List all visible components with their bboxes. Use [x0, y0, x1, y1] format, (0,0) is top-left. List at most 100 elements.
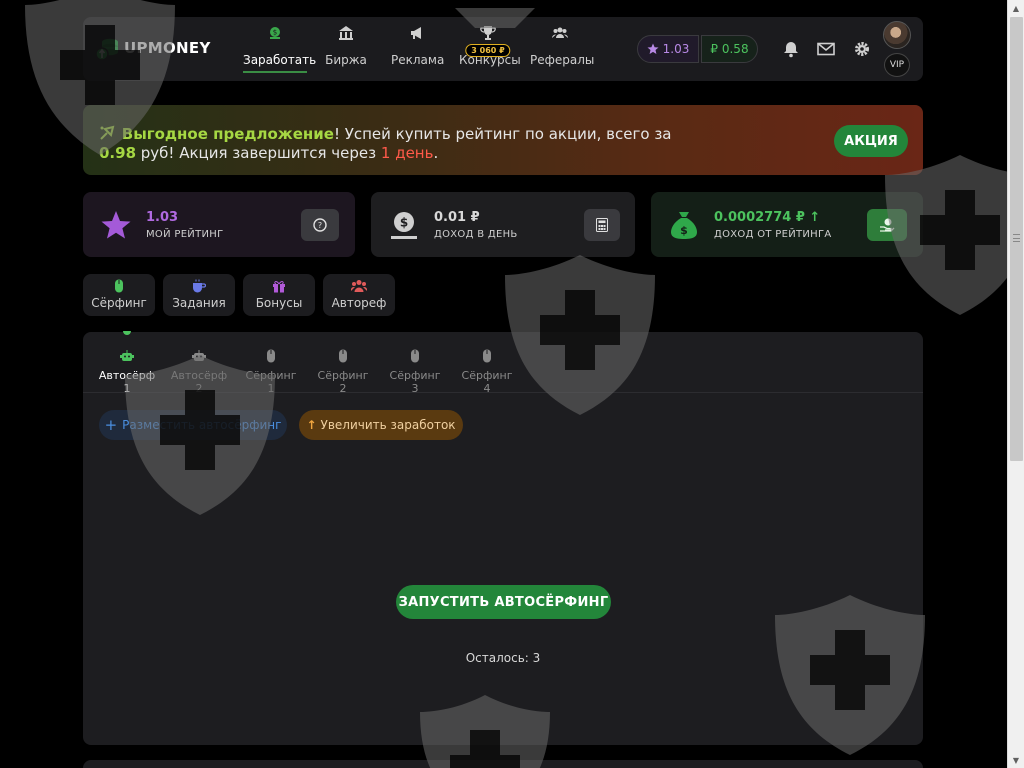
bell-icon[interactable]	[782, 40, 800, 58]
plus-icon: +	[104, 416, 118, 434]
tab-bonuses[interactable]: Бонусы	[243, 274, 315, 316]
envelope-icon[interactable]	[817, 40, 835, 58]
gift-icon	[273, 281, 285, 293]
nav-exchange[interactable]: Биржа	[322, 25, 370, 67]
nav-earn[interactable]: $ Заработать	[243, 25, 316, 73]
subtab-surfing-4[interactable]: Сёрфинг 4	[458, 349, 516, 395]
coins-logo-icon	[95, 38, 118, 61]
arrow-up-icon: ↑	[809, 210, 821, 225]
place-autosurf-label: Разместить автосёрфинг	[122, 418, 282, 432]
subtab-divider	[83, 392, 923, 393]
tab-autoref-label: Автореф	[331, 296, 387, 310]
nav-referrals-label: Рефералы	[530, 53, 595, 67]
promo-text: Выгодное предложение! Успей купить рейти…	[99, 125, 819, 163]
stat-card-rating: 1.03 МОЙ РЕЙТИНГ ?	[83, 192, 355, 257]
scroll-down-arrow-icon[interactable]: ▼	[1008, 752, 1024, 768]
question-icon: ?	[313, 218, 327, 232]
tab-surfing[interactable]: Сёрфинг	[83, 274, 155, 316]
subtab-surfing-2[interactable]: Сёрфинг 2	[314, 349, 372, 395]
subtab-autosurf-2[interactable]: Автосёрф 2	[168, 349, 230, 395]
promo-highlight: Выгодное предложение	[121, 125, 334, 143]
boost-earnings-button[interactable]: ↑ Увеличить заработок	[299, 410, 463, 440]
money-stack-icon: $	[270, 27, 280, 39]
promo-text-2: руб! Акция завершится через	[136, 144, 381, 162]
brand-name: UPMONEY	[124, 39, 211, 57]
balance-value: ₽ 0.58	[710, 42, 749, 56]
nav-contests[interactable]: 3 060 ₽ Конкурсы	[459, 25, 521, 67]
stat-card-daily: $ 0.01 ₽ ДОХОД В ДЕНЬ	[371, 192, 635, 257]
subtab-autosurf-1[interactable]: Автосёрф 1	[96, 349, 158, 395]
tab-bonuses-label: Бонусы	[255, 296, 303, 310]
robot-icon	[120, 350, 134, 361]
nav-ads-label: Реклама	[391, 53, 445, 67]
rating-income-value: 0.0002774 ₽ ↑	[714, 210, 820, 225]
rating-pill[interactable]: 1.03	[637, 35, 699, 63]
svg-text:$: $	[680, 224, 688, 237]
mouse-icon	[115, 279, 123, 293]
hand-money-icon	[880, 218, 895, 232]
megaphone-icon	[411, 27, 421, 39]
mouse-icon	[267, 349, 275, 363]
tab-tasks-label: Задания	[172, 296, 226, 310]
robot-icon	[192, 350, 206, 361]
svg-text:$: $	[400, 216, 408, 230]
vip-badge[interactable]: VIP	[884, 53, 910, 77]
mouse-icon	[483, 349, 491, 363]
calculator-icon	[596, 218, 608, 232]
rating-stat-label: МОЙ РЕЙТИНГ	[146, 229, 224, 240]
promo-price: 0.98	[99, 144, 137, 162]
avatar[interactable]	[883, 21, 911, 49]
withdraw-button[interactable]	[867, 209, 907, 241]
brand-logo[interactable]: UPMONEY	[95, 35, 211, 61]
rating-help-button[interactable]: ?	[301, 209, 339, 241]
promo-button[interactable]: АКЦИЯ	[834, 125, 908, 157]
trophy-icon	[480, 26, 496, 40]
rocket-icon	[100, 125, 115, 140]
tab-autoref[interactable]: Автореф	[323, 274, 395, 316]
scrollbar-thumb[interactable]	[1010, 17, 1023, 461]
rating-income-label: ДОХОД ОТ РЕЙТИНГА	[714, 229, 832, 240]
nav-earn-label: Заработать	[243, 53, 317, 67]
mouse-icon	[339, 349, 347, 363]
rating-stat-value: 1.03	[146, 210, 179, 225]
coin-hand-icon: $	[391, 212, 417, 239]
daily-stat-value: 0.01 ₽	[434, 210, 480, 225]
cup-icon	[193, 279, 206, 293]
subtab-surfing-3[interactable]: Сёрфинг 3	[386, 349, 444, 395]
users-icon	[351, 280, 367, 292]
money-bag-icon: $	[671, 212, 697, 239]
remaining-count: Осталось: 3	[465, 651, 541, 665]
calculator-button[interactable]	[584, 209, 620, 241]
nav-exchange-label: Биржа	[325, 53, 367, 67]
start-autosurf-button[interactable]: ЗАПУСТИТЬ АВТОСЁРФИНГ	[396, 585, 611, 619]
scroll-up-arrow-icon[interactable]: ▲	[1008, 0, 1024, 16]
nav-ads[interactable]: Реклама	[391, 25, 445, 67]
gear-icon[interactable]	[853, 40, 871, 58]
promo-banner: Выгодное предложение! Успей купить рейти…	[83, 105, 923, 175]
contests-badge: 3 060 ₽	[465, 44, 511, 57]
next-panel	[83, 760, 923, 768]
boost-earnings-label: Увеличить заработок	[320, 418, 456, 432]
arrow-up-icon: ↑	[306, 418, 317, 432]
bank-icon	[339, 26, 353, 40]
promo-text-1: ! Успей купить рейтинг по акции, всего з…	[333, 125, 672, 143]
daily-stat-label: ДОХОД В ДЕНЬ	[434, 229, 518, 240]
star-icon	[647, 43, 659, 54]
promo-text-3: .	[433, 144, 439, 162]
balance-pill[interactable]: ₽ 0.58	[701, 35, 758, 63]
tab-tasks[interactable]: Задания	[163, 274, 235, 316]
rating-value: 1.03	[662, 42, 690, 56]
subtab-surfing-1[interactable]: Сёрфинг 1	[242, 349, 300, 395]
scrollbar-grip	[1013, 234, 1020, 242]
users-icon	[552, 27, 568, 38]
tab-surfing-label: Сёрфинг	[91, 296, 147, 310]
nav-referrals[interactable]: Рефералы	[530, 25, 594, 67]
page-scrollbar[interactable]: ▲ ▼	[1007, 0, 1024, 768]
star-icon	[101, 211, 131, 239]
promo-deadline: 1 день	[380, 144, 434, 162]
svg-text:$: $	[273, 29, 277, 37]
mouse-icon	[411, 349, 419, 363]
place-autosurf-button[interactable]: + Разместить автосёрфинг	[99, 410, 287, 440]
stat-card-rating-income: $ 0.0002774 ₽ ↑ ДОХОД ОТ РЕЙТИНГА	[651, 192, 923, 257]
rating-income-amount: 0.0002774 ₽	[714, 210, 805, 225]
